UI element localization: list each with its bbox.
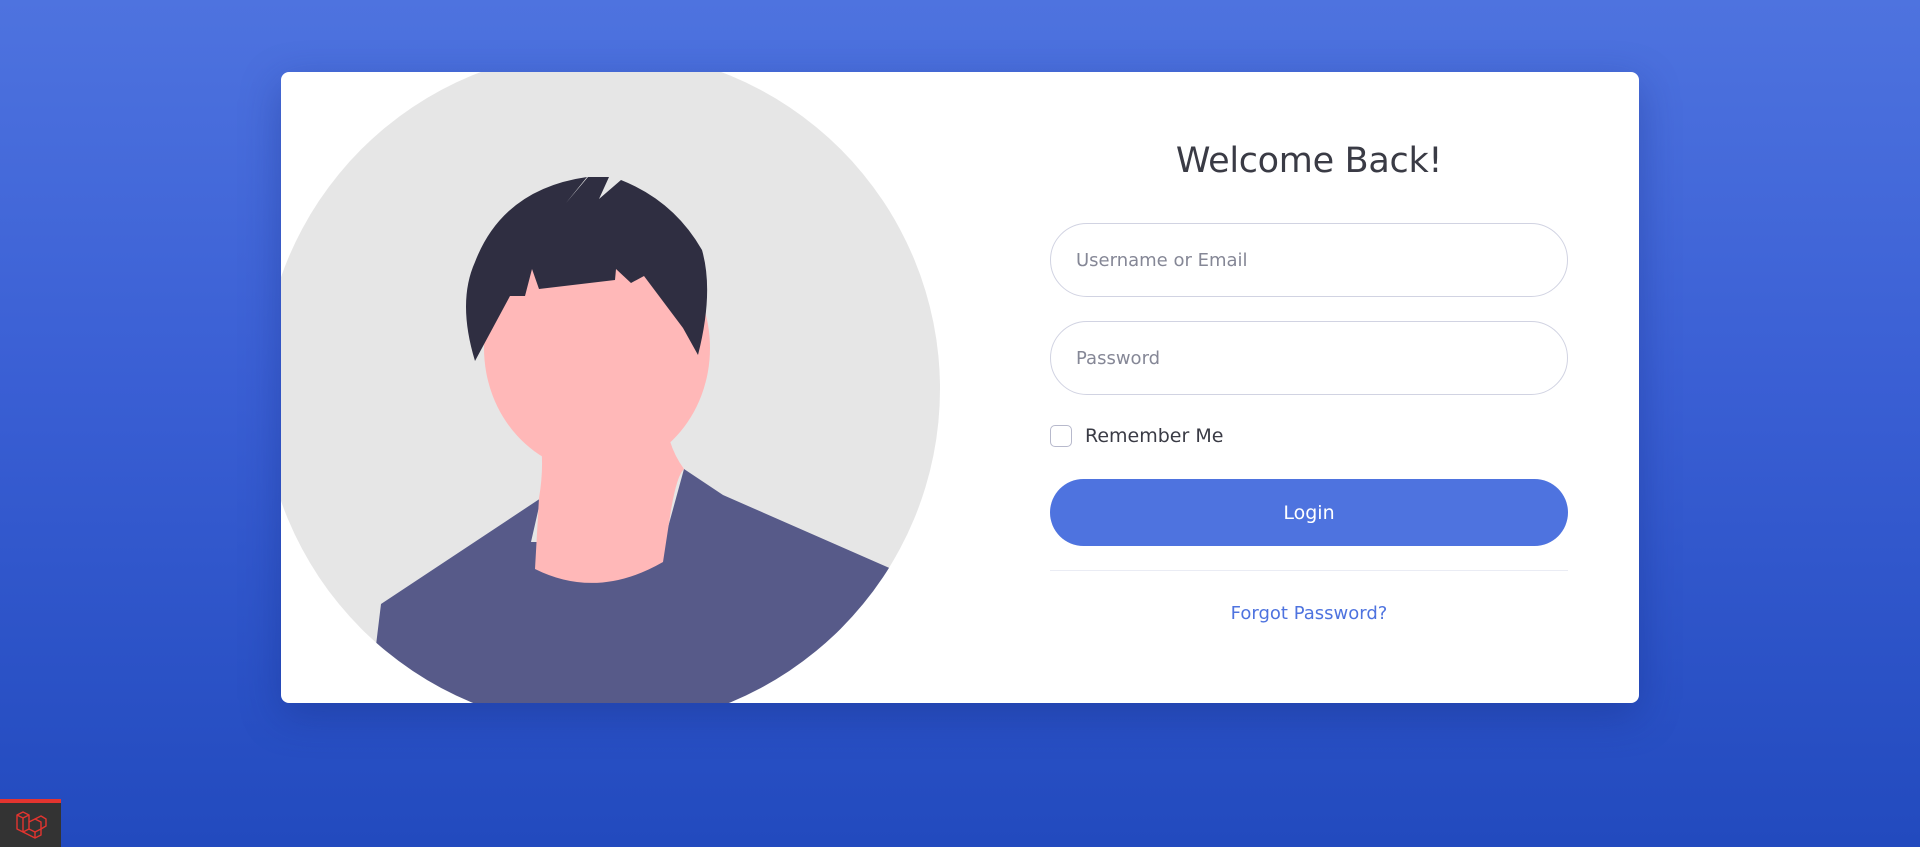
login-card: Welcome Back! Remember Me Login Forgot P… — [281, 72, 1639, 703]
avatar-svg — [281, 72, 940, 703]
page-title: Welcome Back! — [1175, 141, 1443, 181]
username-input[interactable] — [1050, 223, 1568, 297]
forgot-password-link[interactable]: Forgot Password? — [1050, 603, 1568, 624]
debugbar-badge[interactable] — [0, 799, 61, 847]
user-avatar-illustration — [281, 72, 981, 703]
login-form: Welcome Back! Remember Me Login Forgot P… — [1050, 72, 1568, 703]
remember-me-checkbox[interactable] — [1050, 425, 1072, 447]
laravel-logo-icon — [15, 811, 47, 839]
remember-me-row[interactable]: Remember Me — [1050, 423, 1223, 449]
divider — [1050, 570, 1568, 571]
login-button[interactable]: Login — [1050, 479, 1568, 546]
password-input[interactable] — [1050, 321, 1568, 395]
remember-me-label: Remember Me — [1085, 425, 1224, 447]
